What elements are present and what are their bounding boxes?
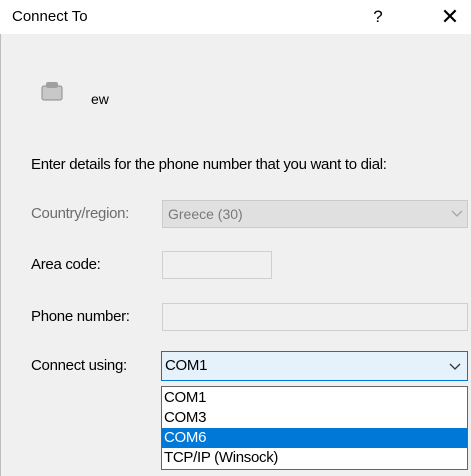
country-region-select: Greece (30): [162, 200, 468, 228]
instruction-text: Enter details for the phone number that …: [31, 156, 387, 173]
area-code-label: Area code:: [31, 256, 101, 273]
dropdown-option[interactable]: COM3: [162, 408, 467, 428]
window-border: [0, 34, 1, 476]
country-region-value: Greece (30): [168, 206, 243, 222]
connect-using-select[interactable]: COM1: [161, 351, 468, 381]
connect-using-value: COM1: [165, 357, 208, 374]
title-bar: Connect To ? ✕: [0, 0, 471, 34]
area-code-field: [162, 251, 272, 279]
connect-using-dropdown: COM1 COM3 COM6 TCP/IP (Winsock): [161, 386, 468, 470]
close-button[interactable]: ✕: [437, 4, 463, 30]
help-button[interactable]: ?: [366, 4, 390, 30]
phone-number-label: Phone number:: [31, 308, 130, 325]
phone-number-field: [162, 303, 468, 331]
connection-icon: [41, 82, 63, 101]
country-region-label: Country/region:: [31, 205, 130, 222]
connection-name: ew: [91, 91, 109, 107]
chevron-down-icon: [451, 210, 463, 217]
dropdown-option[interactable]: TCP/IP (Winsock): [162, 448, 467, 468]
dropdown-option[interactable]: COM1: [162, 388, 467, 408]
chevron-down-icon[interactable]: [449, 363, 461, 371]
dialog-title: Connect To: [12, 8, 88, 25]
dropdown-option[interactable]: COM6: [162, 428, 467, 448]
connect-using-label: Connect using:: [31, 357, 127, 374]
